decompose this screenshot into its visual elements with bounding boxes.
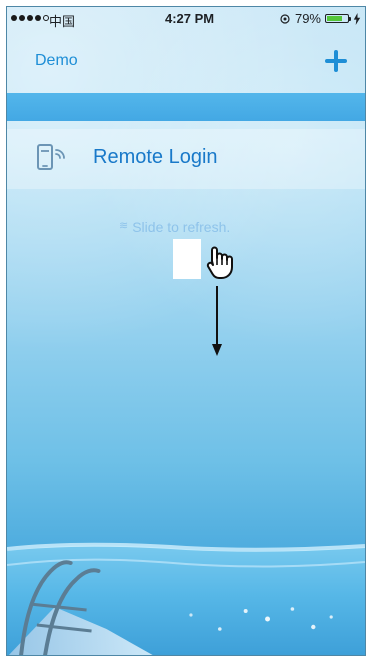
battery-fill (327, 16, 343, 21)
header-band (7, 93, 365, 121)
chevrons-down-icon: ≋ (119, 219, 129, 232)
refresh-hint: ≋ Slide to refresh. (119, 219, 230, 235)
signal-strength (11, 15, 49, 21)
status-bar: 中国 4:27 PM 79% (7, 7, 365, 37)
pool-background-image (7, 542, 365, 655)
signal-dot (11, 15, 17, 21)
white-patch (173, 239, 201, 279)
signal-dot (19, 15, 25, 21)
nav-bar: Demo (7, 39, 365, 85)
refresh-hint-text: Slide to refresh. (132, 219, 231, 235)
battery-percentage: 79% (294, 11, 321, 26)
location-icon (280, 13, 290, 24)
phone-screen: 中国 4:27 PM 79% Demo Remote Login ≋ Slide… (6, 6, 366, 656)
carrier-label: 中国 (49, 14, 76, 29)
battery-status: 79% (279, 11, 361, 26)
battery-icon (325, 14, 351, 23)
status-time: 4:27 PM (165, 11, 215, 26)
signal-dot (27, 15, 33, 21)
hand-pointer-icon (206, 246, 233, 279)
page-title: Demo (35, 52, 78, 69)
charging-icon (353, 12, 361, 25)
remote-login-label: Remote Login (93, 146, 218, 168)
add-button[interactable] (321, 46, 351, 76)
remote-phone-icon (37, 144, 65, 170)
remote-login-item[interactable]: Remote Login (7, 129, 365, 189)
down-arrow-icon (212, 286, 222, 356)
signal-dot (35, 15, 41, 21)
